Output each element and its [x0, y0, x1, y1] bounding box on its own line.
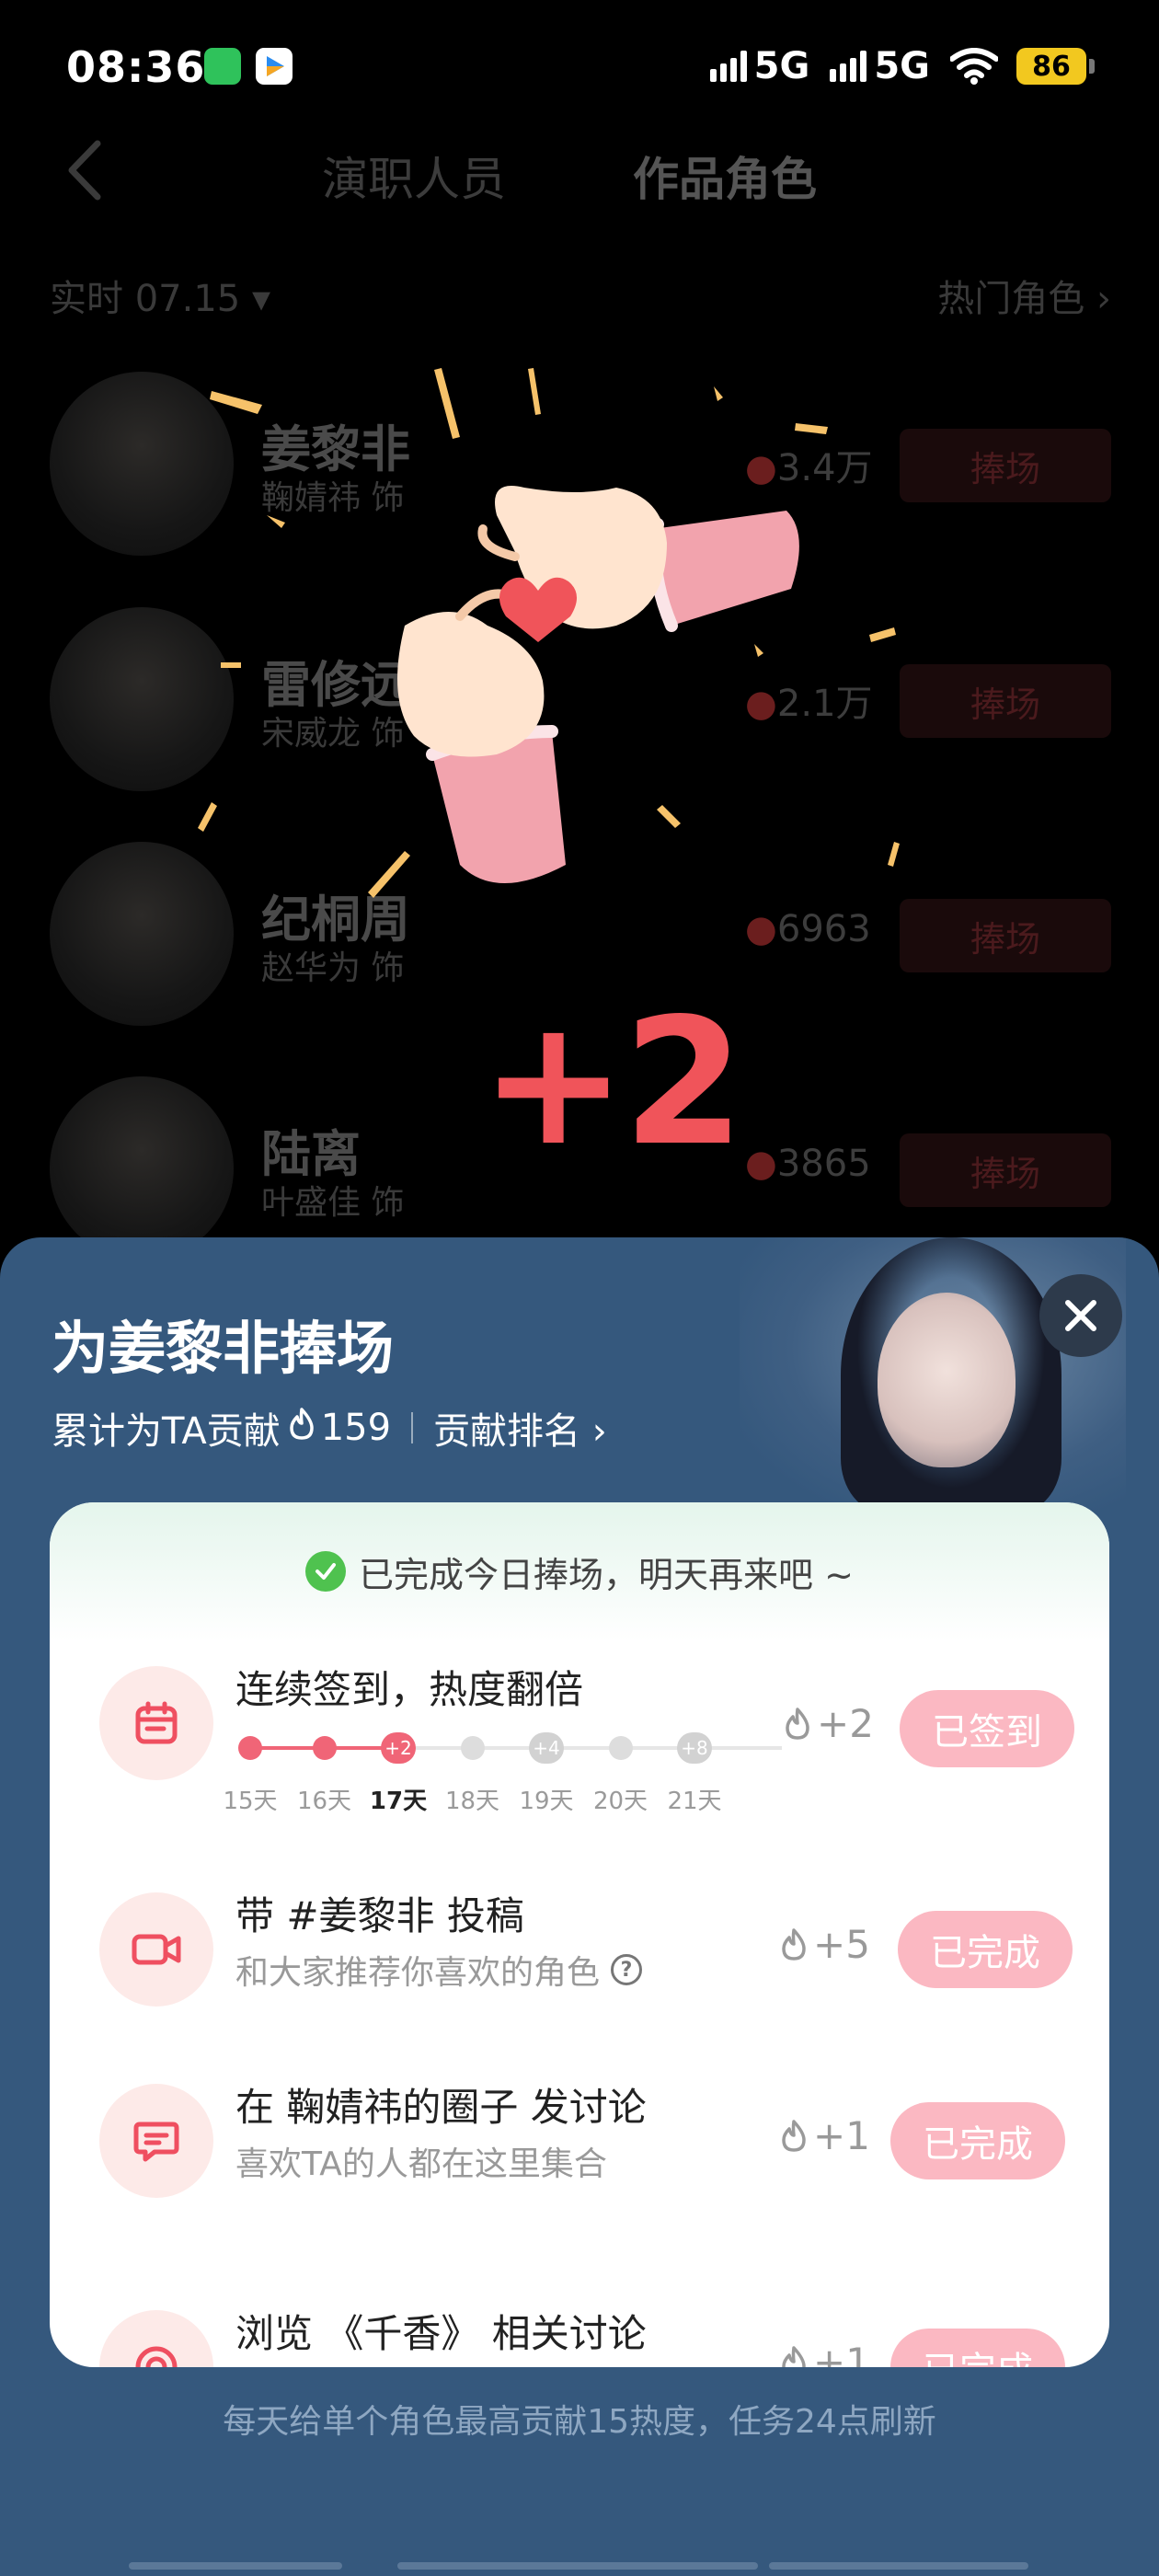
task-title: 连续签到，热度翻倍 [235, 1667, 584, 1712]
task-desc-text: 和大家推荐你喜欢的角色 [235, 1954, 601, 1992]
task-gain-value: +5 [813, 1922, 870, 1967]
chevron-right-icon: › [1096, 278, 1111, 320]
checkin-day-label: 15天 [223, 1788, 278, 1815]
role-heat: ●3865 [745, 1143, 871, 1185]
home-indicator [769, 2562, 1028, 2570]
checkin-bonus-bubble: +8 [677, 1732, 712, 1764]
checkin-bonus-bubble: +2 [381, 1732, 416, 1764]
heat-value: 3865 [776, 1143, 871, 1185]
support-button[interactable]: 捧场 [900, 1133, 1111, 1207]
checkin-day-label: 17天 [369, 1788, 428, 1815]
task-gain-value: +1 [813, 2340, 870, 2367]
done-notice-text: 已完成今日捧场，明天再来吧 ~ [359, 1554, 854, 1595]
flame-icon [786, 1707, 809, 1740]
task-post: 带 #姜黎非 投稿 和大家推荐你喜欢的角色 ? +5 已完成 [50, 1885, 1109, 2069]
tab-cast[interactable]: 演职人员 [322, 143, 506, 209]
checkin-day-label: 19天 [519, 1788, 574, 1815]
rank-label: 贡献排名 [433, 1410, 581, 1453]
flame-icon [782, 2119, 806, 2152]
video-app-icon [256, 48, 293, 85]
calendar-icon [99, 1666, 213, 1780]
checkin-bonus-bubble: +4 [529, 1732, 564, 1764]
check-icon [305, 1551, 347, 1592]
home-indicator [397, 2562, 758, 2570]
contribution-summary: 累计为TA贡献 159 贡献排名 › [52, 1401, 607, 1455]
caret-down-icon: ▾ [251, 278, 271, 320]
checkin-dot [312, 1736, 337, 1760]
chat-bubble-icon [99, 2084, 213, 2198]
completed-button[interactable]: 已完成 [890, 2102, 1065, 2179]
avatar [50, 1076, 234, 1260]
chevron-right-icon: › [580, 1410, 607, 1453]
tab-roles[interactable]: 作品角色 [633, 143, 817, 209]
target-icon [99, 2310, 213, 2367]
battery-level: 86 [1016, 48, 1086, 85]
task-gain: +1 [780, 2113, 870, 2158]
task-gain: +2 [784, 1701, 874, 1746]
task-gain: +1 [780, 2340, 870, 2367]
support-sheet: 为姜黎非捧场 累计为TA贡献 159 贡献排名 › 已完成今日捧场，明天再来吧 … [0, 1237, 1159, 2576]
flame-icon [782, 2345, 806, 2367]
checkin-day-label: 16天 [296, 1788, 352, 1815]
network-type-1: 5G [753, 45, 810, 87]
task-gain: +5 [780, 1922, 870, 1967]
checkin-day-label: 21天 [667, 1788, 722, 1815]
role-actor: 叶盛佳 饰 [261, 1184, 405, 1222]
flame-icon [782, 1927, 806, 1961]
task-card: 已完成今日捧场，明天再来吧 ~ 连续签到，热度翻倍 15天 16天 +2 17天 18天… [50, 1502, 1109, 2367]
battery-icon: 86 [1016, 48, 1095, 85]
contribution-value: 159 [320, 1407, 392, 1449]
task-title: 带 #姜黎非 投稿 [235, 1893, 524, 1938]
task-checkin: 连续签到，热度翻倍 15天 16天 +2 17天 18天 +4 19天 20天 +8 21天 +2… [50, 1659, 1109, 1843]
completed-button[interactable]: 已完成 [898, 1911, 1073, 1988]
checkin-day-label: 20天 [592, 1788, 648, 1815]
checkin-dot [608, 1736, 633, 1760]
contribution-label: 累计为TA贡献 [52, 1410, 281, 1453]
task-discuss: 在 鞠婧祎的圈子 发讨论 喜欢TA的人都在这里集合 +1 已完成 [50, 2076, 1109, 2260]
checkin-dot [460, 1736, 485, 1760]
home-indicator [129, 2562, 342, 2570]
checkin-progress: 15天 16天 +2 17天 18天 +4 19天 20天 +8 21天 [223, 1718, 795, 1815]
task-gain-value: +2 [817, 1701, 874, 1746]
task-gain-value: +1 [813, 2113, 870, 2158]
wechat-icon [204, 48, 241, 85]
network-type-2: 5G [874, 45, 930, 87]
status-time: 08:36 [66, 42, 206, 92]
task-desc-text: 喜欢TA的人都在这里集合 [235, 2145, 607, 2183]
flame-icon: ● [745, 1143, 777, 1185]
hot-roles-label: 热门角色 [937, 278, 1085, 320]
sheet-footer-note: 每天给单个角色最高贡献15热度，任务24点刷新 [223, 2403, 936, 2441]
close-button[interactable] [1039, 1274, 1122, 1357]
help-icon[interactable]: ? [611, 1954, 643, 1985]
close-icon [1065, 1300, 1096, 1331]
heart-hands-animation [198, 368, 900, 898]
task-browse: 浏览 《千香》 相关讨论 +1 已完成 [50, 2303, 1109, 2367]
done-notice: 已完成今日捧场，明天再来吧 ~ [50, 1502, 1109, 1640]
rank-link[interactable]: 贡献排名 › [433, 1401, 607, 1455]
date-selector[interactable]: 实时 07.15 ▾ [50, 269, 270, 322]
signal-icon [830, 51, 867, 82]
checkin-day-label: 18天 [444, 1788, 500, 1815]
back-arrow-icon[interactable] [63, 138, 105, 202]
gain-amount: +2 [480, 981, 744, 1184]
hot-roles-link[interactable]: 热门角色 › [937, 269, 1111, 322]
video-camera-icon [99, 1892, 213, 2007]
signal-icon [709, 51, 747, 82]
wifi-icon [950, 48, 998, 85]
checkin-dot [238, 1736, 262, 1760]
date-label: 实时 07.15 [50, 278, 241, 320]
checked-in-button[interactable]: 已签到 [900, 1690, 1074, 1767]
task-desc: 和大家推荐你喜欢的角色 ? [235, 1946, 643, 1994]
task-title: 在 鞠婧祎的圈子 发讨论 [235, 2085, 647, 2130]
status-bar: 08:36 5G 5G 86 [0, 0, 1159, 138]
task-title: 浏览 《千香》 相关讨论 [235, 2311, 647, 2356]
completed-button[interactable]: 已完成 [890, 2329, 1065, 2367]
sheet-title: 为姜黎非捧场 [52, 1315, 395, 1382]
flame-icon [288, 1407, 316, 1449]
task-desc: 喜欢TA的人都在这里集合 [235, 2137, 607, 2185]
